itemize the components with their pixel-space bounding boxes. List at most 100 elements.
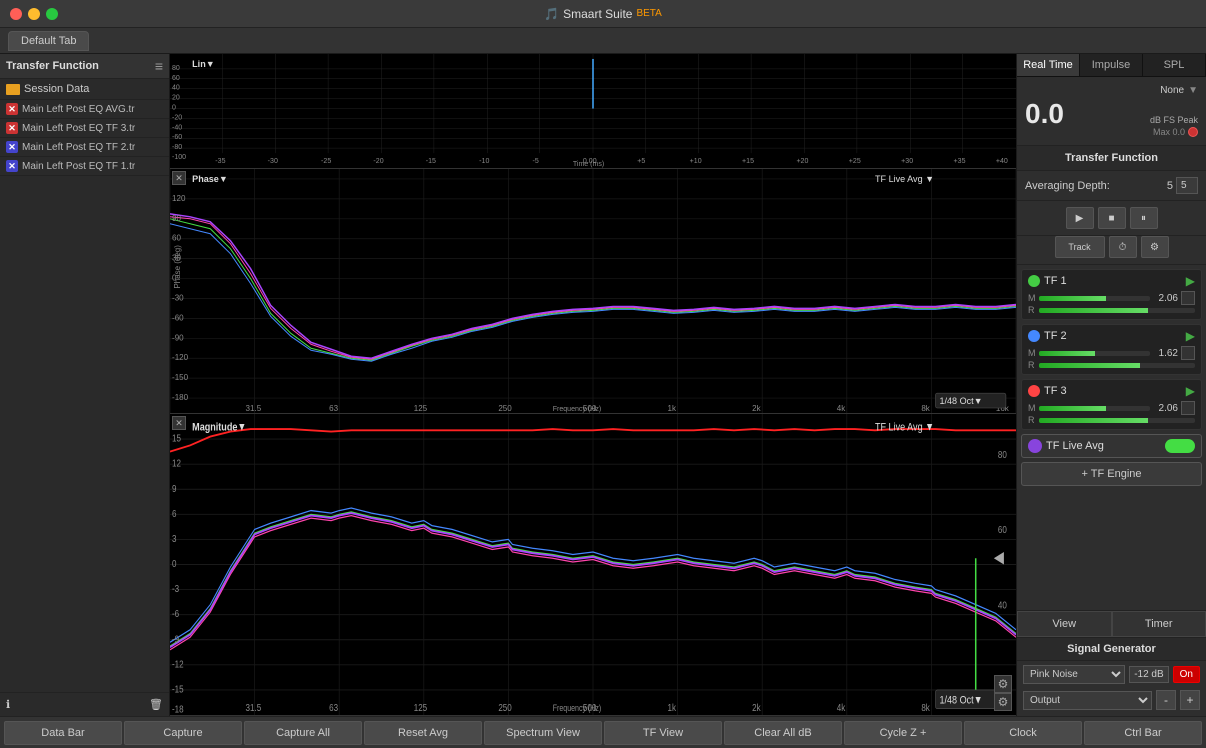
- tf3-checkbox[interactable]: [1181, 401, 1195, 415]
- tf2-name: TF 2: [1044, 330, 1182, 342]
- track-name: Main Left Post EQ AVG.tr: [22, 104, 135, 115]
- tab-impulse[interactable]: Impulse: [1080, 54, 1143, 76]
- tf3-value: 2.06: [1153, 403, 1178, 414]
- avg-depth-label: Averaging Depth:: [1025, 180, 1110, 192]
- play-button[interactable]: ▶: [1066, 207, 1094, 229]
- svg-text:31.5: 31.5: [246, 702, 262, 713]
- sig-minus-button[interactable]: -: [1156, 690, 1176, 710]
- meter-section: None ▼ 0.0 dB FS Peak Max 0.0: [1017, 77, 1206, 146]
- spectrum-view-button[interactable]: Spectrum View: [484, 721, 602, 745]
- chart-gear-icon[interactable]: ⚙: [994, 675, 1012, 693]
- svg-text:40: 40: [172, 85, 180, 92]
- charts-area: 80 60 40 20 0 -20 -40 -60 -80 -100 -35 -…: [170, 54, 1016, 716]
- maximize-button[interactable]: [46, 8, 58, 20]
- tf1-output-arrow[interactable]: ▶: [1186, 274, 1195, 288]
- clock-bottom-button[interactable]: Clock: [964, 721, 1082, 745]
- signal-gen-title: Signal Generator: [1017, 637, 1206, 661]
- session-data-row[interactable]: Session Data: [0, 79, 169, 100]
- svg-text:Lin▼: Lin▼: [192, 59, 215, 69]
- timer-button[interactable]: Timer: [1112, 611, 1206, 637]
- tf-live-avg: TF Live Avg: [1021, 434, 1202, 458]
- svg-text:-80: -80: [172, 144, 182, 151]
- svg-text:63: 63: [329, 404, 339, 413]
- ctrl-bar-button[interactable]: Ctrl Bar: [1084, 721, 1202, 745]
- session-data-label: Session Data: [24, 83, 89, 95]
- clock-button[interactable]: ⏱: [1109, 236, 1137, 258]
- track-button[interactable]: Track: [1055, 236, 1105, 258]
- svg-text:+5: +5: [637, 158, 645, 165]
- track-item[interactable]: ✕ Main Left Post EQ AVG.tr: [0, 100, 169, 119]
- tab-realtime[interactable]: Real Time: [1017, 54, 1080, 76]
- svg-text:-30: -30: [268, 158, 278, 165]
- info-icon[interactable]: ℹ: [6, 698, 10, 711]
- svg-text:90: 90: [172, 214, 182, 223]
- tf1-name: TF 1: [1044, 275, 1182, 287]
- magnitude-gear-icon[interactable]: ⚙: [994, 693, 1012, 711]
- track-item[interactable]: ✕ Main Left Post EQ TF 3.tr: [0, 119, 169, 138]
- sig-on-button[interactable]: On: [1173, 666, 1200, 683]
- sidebar-menu-icon[interactable]: ≡: [155, 58, 163, 74]
- track-item[interactable]: ✕ Main Left Post EQ TF 2.tr: [0, 138, 169, 157]
- delete-icon[interactable]: 🗑: [149, 698, 163, 711]
- reset-avg-button[interactable]: Reset Avg: [364, 721, 482, 745]
- track-name: Main Left Post EQ TF 1.tr: [22, 161, 135, 172]
- track-color-icon: ✕: [6, 103, 18, 115]
- tf-live-avg-label: TF Live Avg: [1046, 440, 1161, 452]
- signal-gen-row: Pink Noise White Noise Sine -12 dB On: [1017, 661, 1206, 688]
- data-bar-button[interactable]: Data Bar: [4, 721, 122, 745]
- meter-max-indicator[interactable]: [1188, 127, 1198, 137]
- avg-depth-row: Averaging Depth: 5 51020: [1017, 171, 1206, 201]
- tf-view-button[interactable]: TF View: [604, 721, 722, 745]
- sidebar-title: Transfer Function: [6, 60, 99, 72]
- svg-text:+35: +35: [954, 158, 966, 165]
- sig-type-select[interactable]: Pink Noise White Noise Sine: [1023, 665, 1125, 684]
- svg-text:-10: -10: [479, 158, 489, 165]
- cycle-z-button[interactable]: Cycle Z +: [844, 721, 962, 745]
- view-button[interactable]: View: [1017, 611, 1112, 637]
- capture-button[interactable]: Capture: [124, 721, 242, 745]
- svg-text:4k: 4k: [837, 404, 847, 413]
- avg-depth-select[interactable]: 51020: [1176, 177, 1198, 194]
- pause-button[interactable]: ⏸: [1130, 207, 1158, 229]
- add-tf-engine-button[interactable]: + TF Engine: [1021, 462, 1202, 486]
- bottom-bar: Data Bar Capture Capture All Reset Avg S…: [0, 716, 1206, 748]
- sig-plus-button[interactable]: +: [1180, 690, 1200, 710]
- clear-all-db-button[interactable]: Clear All dB: [724, 721, 842, 745]
- svg-text:Time (ms): Time (ms): [573, 161, 604, 168]
- none-dropdown[interactable]: None: [1160, 85, 1184, 96]
- title-bar: 🎵 Smaart Suite BETA: [0, 0, 1206, 28]
- phase-chart-close[interactable]: ✕: [172, 171, 186, 185]
- track-item[interactable]: ✕ Main Left Post EQ TF 1.tr: [0, 157, 169, 176]
- svg-text:0: 0: [172, 105, 176, 112]
- tf3-output-arrow[interactable]: ▶: [1186, 384, 1195, 398]
- avg-depth-value: 5: [1167, 180, 1173, 192]
- track-name: Main Left Post EQ TF 2.tr: [22, 142, 135, 153]
- close-button[interactable]: [10, 8, 22, 20]
- magnitude-chart-close[interactable]: ✕: [172, 416, 186, 430]
- capture-all-button[interactable]: Capture All: [244, 721, 362, 745]
- tf-section-title: Transfer Function: [1017, 146, 1206, 171]
- tf2-checkbox[interactable]: [1181, 346, 1195, 360]
- svg-text:1k: 1k: [668, 702, 677, 713]
- svg-text:60: 60: [998, 524, 1007, 535]
- settings-button[interactable]: ⚙: [1141, 236, 1169, 258]
- sig-output-select[interactable]: Output: [1023, 691, 1152, 710]
- svg-text:-150: -150: [172, 373, 189, 382]
- stop-button[interactable]: ■: [1098, 207, 1126, 229]
- svg-text:-20: -20: [172, 114, 182, 121]
- svg-text:-12: -12: [172, 659, 184, 670]
- tf-live-avg-toggle[interactable]: [1165, 439, 1195, 453]
- meter-unit[interactable]: dB FS Peak: [1150, 115, 1198, 125]
- meter-value: 0.0: [1025, 98, 1064, 130]
- svg-text:250: 250: [498, 702, 511, 713]
- tab-spl[interactable]: SPL: [1143, 54, 1206, 76]
- tf1-value: 2.06: [1153, 293, 1178, 304]
- minimize-button[interactable]: [28, 8, 40, 20]
- tf1-m-bar: [1039, 296, 1150, 301]
- track-color-icon: ✕: [6, 160, 18, 172]
- svg-text:60: 60: [172, 234, 182, 243]
- default-tab[interactable]: Default Tab: [8, 31, 89, 51]
- tf1-checkbox[interactable]: [1181, 291, 1195, 305]
- tf2-output-arrow[interactable]: ▶: [1186, 329, 1195, 343]
- tab-bar: Default Tab: [0, 28, 1206, 54]
